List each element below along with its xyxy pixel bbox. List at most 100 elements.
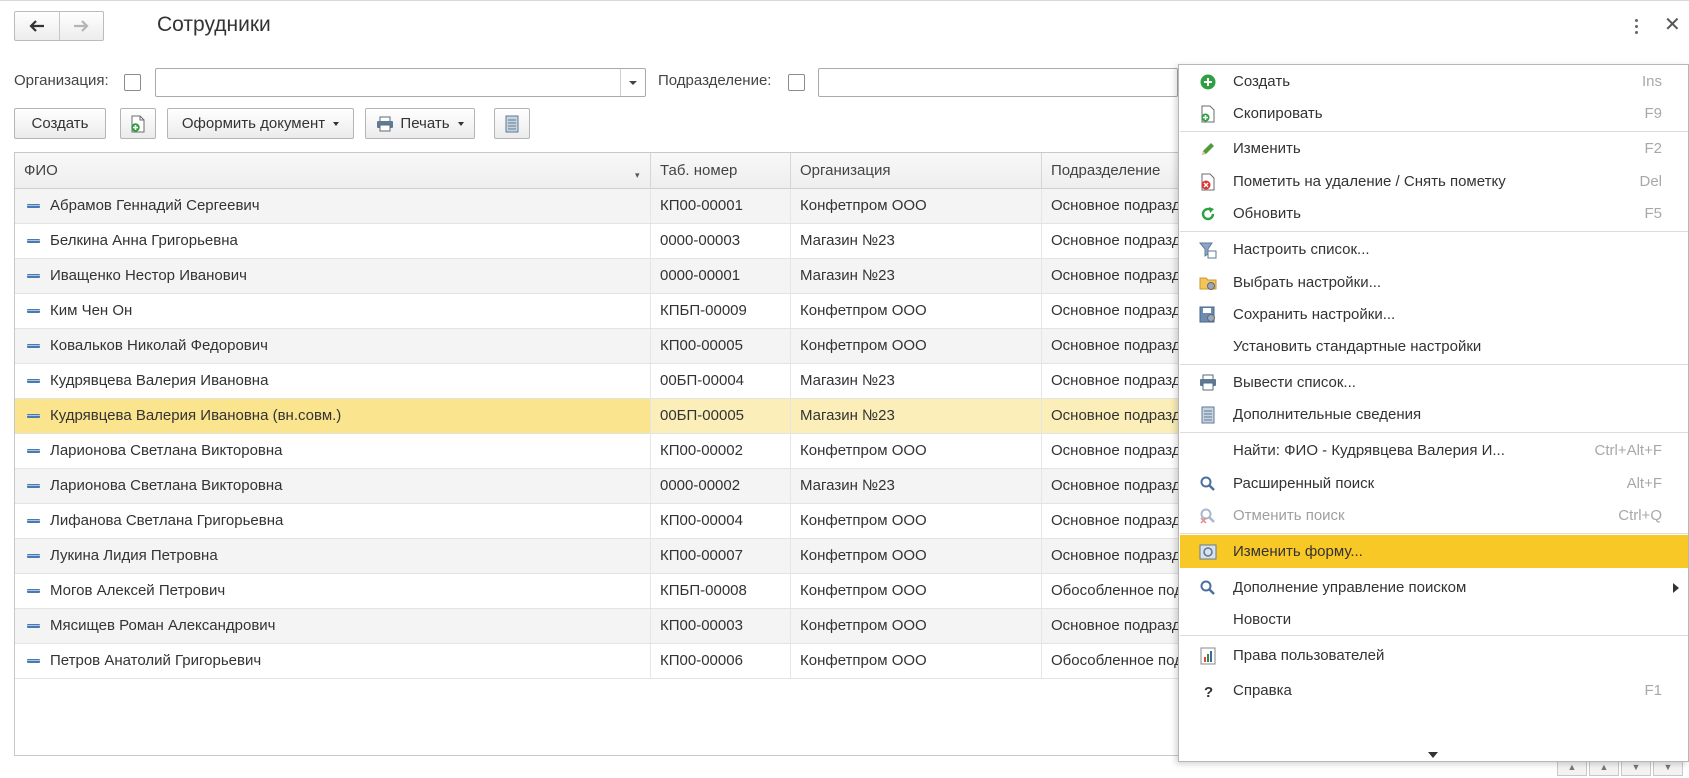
table-row[interactable]: Ларионова Светлана Викторовна 0000-00002 М… [15,469,1179,504]
cell-department-text: Основное подразделение [1051,617,1180,634]
cell-organization-text: Конфетпром ООО [800,197,927,214]
cell-organization: Конфетпром ООО [791,504,1042,538]
table-row[interactable]: Кудрявцева Валерия Ивановна (вн.совм.) 00… [15,399,1179,434]
table-row[interactable]: Петров Анатолий Григорьевич КП00-00006 Кон… [15,644,1179,679]
cell-tab-number-text: КП00-00006 [660,652,743,669]
organization-dropdown-button[interactable] [620,69,645,96]
column-header-tab-number[interactable]: Таб. номер [651,153,791,189]
menu-item[interactable]: Дополнительные сведения [1180,398,1688,431]
create-button[interactable]: Создать [14,108,106,139]
cell-fio-text: Абрамов Геннадий Сергеевич [50,197,260,214]
cell-tab-number: КП00-00004 [651,504,791,538]
menu-item[interactable]: Дополнение управление поиском [1180,571,1688,604]
table-row[interactable]: Лифанова Светлана Григорьевна КП00-00004 К… [15,504,1179,539]
menu-item-label: Справка [1233,682,1292,699]
menu-item[interactable]: Создать Ins [1180,65,1688,98]
menu-item[interactable]: Скопировать F9 [1180,97,1688,130]
table-row[interactable]: Абрамов Геннадий Сергеевич КП00-00001 Конф… [15,189,1179,224]
column-header-fio[interactable]: ФИО [15,153,651,189]
cell-department: Основное подразделение [1042,259,1180,293]
table-row[interactable]: Могов Алексей Петрович КПБП-00008 Конфетпр… [15,574,1179,609]
cell-tab-number-text: КП00-00007 [660,547,743,564]
menu-item[interactable]: Вывести список... [1180,366,1688,399]
employees-table[interactable]: ФИО ▾ Таб. номер Организация Подразделен… [14,152,1180,756]
menu-item[interactable]: Установить стандартные настройки [1180,330,1688,363]
close-icon[interactable]: ✕ [1664,12,1681,37]
organization-field[interactable] [155,68,646,97]
employee-icon [27,309,40,313]
create-document-dropdown[interactable]: Оформить документ [167,108,354,139]
menu-item[interactable]: Права пользователей [1180,639,1688,672]
employee-icon [27,484,40,488]
pencil-icon [1199,140,1217,158]
additional-info-button[interactable] [494,108,530,139]
cell-fio-text: Кудрявцева Валерия Ивановна (вн.совм.) [50,407,342,424]
menu-item[interactable]: Пометить на удаление / Снять пометку Del [1180,165,1688,198]
cell-department: Основное подразделение [1042,539,1179,573]
cell-organization: Магазин №23 [791,399,1042,433]
cell-department-text: Основное подразделение [1051,477,1180,494]
cell-fio: Ким Чен Он [15,294,651,328]
cell-tab-number-text: КПБП-00008 [660,582,747,599]
menu-scroll-down-icon[interactable] [1428,752,1438,758]
table-row[interactable]: Белкина Анна Григорьевна 0000-00003 Магази… [15,224,1179,259]
chevron-down-icon [457,121,464,126]
menu-item[interactable]: Найти: ФИО - Кудрявцева Валерия И... Ctrl… [1180,434,1688,467]
cell-tab-number-text: КП00-00004 [660,512,743,529]
menu-item[interactable]: Сохранить настройки... [1180,298,1688,331]
menu-item[interactable]: Отменить поиск Ctrl+Q [1180,499,1688,532]
menu-item-shortcut: Ctrl+Alt+F [1594,442,1662,459]
menu-item[interactable]: Расширенный поиск Alt+F [1180,467,1688,500]
copy-button[interactable] [120,108,156,139]
menu-separator [1180,231,1688,232]
menu-item[interactable]: Настроить список... [1180,233,1688,266]
table-row[interactable]: Ларионова Светлана Викторовна КП00-00002 К… [15,434,1179,469]
menu-item[interactable]: ? Справка F1 [1180,674,1688,707]
column-header-organization[interactable]: Организация [791,153,1042,189]
table-row[interactable]: Лукина Лидия Петровна КП00-00007 Конфетпро… [15,539,1179,574]
cell-organization-text: Конфетпром ООО [800,512,927,529]
menu-item[interactable]: Изменить F2 [1180,132,1688,165]
forward-button[interactable] [58,12,103,40]
cell-tab-number-text: КП00-00002 [660,442,743,459]
menu-item-shortcut: Alt+F [1626,475,1662,492]
print-dropdown[interactable]: Печать [365,108,475,139]
cell-department: Основное подразделение [1042,329,1179,363]
table-row[interactable]: Ковальков Николай Федорович КП00-00005 Кон… [15,329,1179,364]
menu-separator [1180,364,1688,365]
cell-fio-text: Иващенко Нестор Иванович [50,267,247,284]
document-list-icon [505,115,519,132]
cell-organization: Конфетпром ООО [791,539,1042,573]
department-checkbox[interactable] [788,74,805,91]
table-row[interactable]: Кудрявцева Валерия Ивановна 00БП-00004 Маг… [15,364,1179,399]
table-row[interactable]: Иващенко Нестор Иванович 0000-00001 Магази… [15,259,1179,294]
cell-fio-text: Могов Алексей Петрович [50,582,226,599]
table-header: ФИО ▾ Таб. номер Организация Подразделен… [15,153,1179,189]
organization-checkbox[interactable] [124,74,141,91]
document-icon [1199,406,1217,424]
column-header-department[interactable]: Подразделение [1042,153,1179,189]
refresh-icon [1199,205,1217,223]
menu-item[interactable]: Новости [1180,603,1688,636]
menu-item[interactable]: Изменить форму... [1180,535,1688,568]
table-row[interactable]: Мясищев Роман Александрович КП00-00003 Кон… [15,609,1179,644]
cell-organization: Магазин №23 [791,364,1042,398]
menu-item-label: Новости [1233,611,1292,628]
menu-item-shortcut: F1 [1644,682,1662,699]
cell-fio: Ларионова Светлана Викторовна [15,434,651,468]
cell-department-text: Основное подразделение [1051,267,1180,284]
more-actions-icon[interactable] [1629,14,1643,38]
cell-organization: Магазин №23 [791,224,1042,258]
cell-fio-text: Лифанова Светлана Григорьевна [50,512,284,529]
menu-item[interactable]: Выбрать настройки... [1180,266,1688,299]
cell-tab-number-text: 0000-00002 [660,477,741,494]
cell-tab-number: 0000-00001 [651,259,791,293]
cell-organization: Конфетпром ООО [791,294,1042,328]
cell-fio-text: Петров Анатолий Григорьевич [50,652,262,669]
back-button[interactable] [15,12,59,40]
department-field[interactable] [818,68,1178,97]
menu-item[interactable]: Обновить F5 [1180,197,1688,230]
cell-organization: Конфетпром ООО [791,644,1042,678]
menu-item-label: Настроить список... [1233,241,1370,258]
table-row[interactable]: Ким Чен Он КПБП-00009 Конфетпром ООО Основн… [15,294,1179,329]
